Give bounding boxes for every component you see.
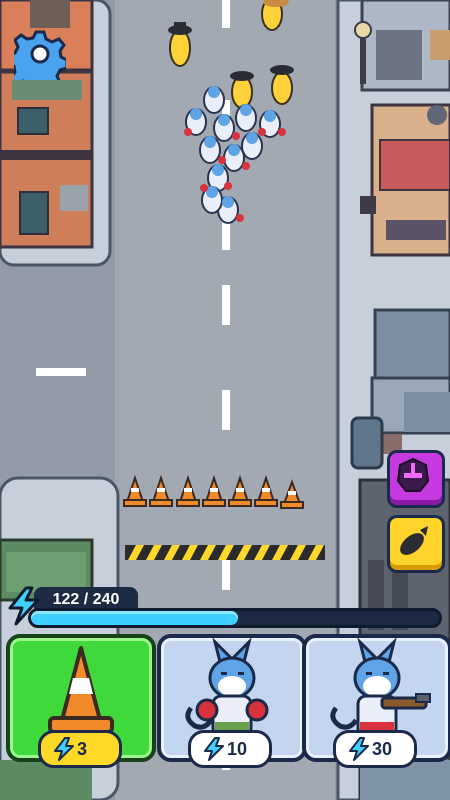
cost-value: 3	[77, 739, 88, 759]
enemy-banana	[270, 65, 294, 105]
mech-helmet-icon	[396, 457, 430, 492]
power-button[interactable]	[387, 450, 445, 508]
gear-icon	[6, 30, 69, 93]
settings-button[interactable]	[6, 28, 69, 93]
water-tank	[350, 416, 384, 470]
lightning-icon	[8, 586, 40, 626]
bomb-button[interactable]	[387, 515, 445, 573]
enemy-banana	[230, 71, 254, 109]
energy-bar	[28, 608, 442, 628]
lightning-icon	[54, 737, 74, 761]
energy-value: 122 / 240	[52, 591, 120, 608]
lightning-icon	[204, 737, 224, 761]
bomb-icon	[400, 526, 428, 555]
cost-badge: 30	[333, 730, 417, 768]
cost-value: 10	[227, 739, 248, 759]
cost-badge: 10	[188, 730, 272, 768]
enemy-banana	[168, 22, 192, 67]
building-right-top	[360, 0, 450, 257]
hazard-line	[125, 545, 325, 560]
energy-bar-fill	[31, 611, 239, 625]
lightning-icon	[349, 737, 369, 761]
cost-value: 30	[372, 739, 393, 759]
cost-badge: 3	[38, 730, 122, 768]
